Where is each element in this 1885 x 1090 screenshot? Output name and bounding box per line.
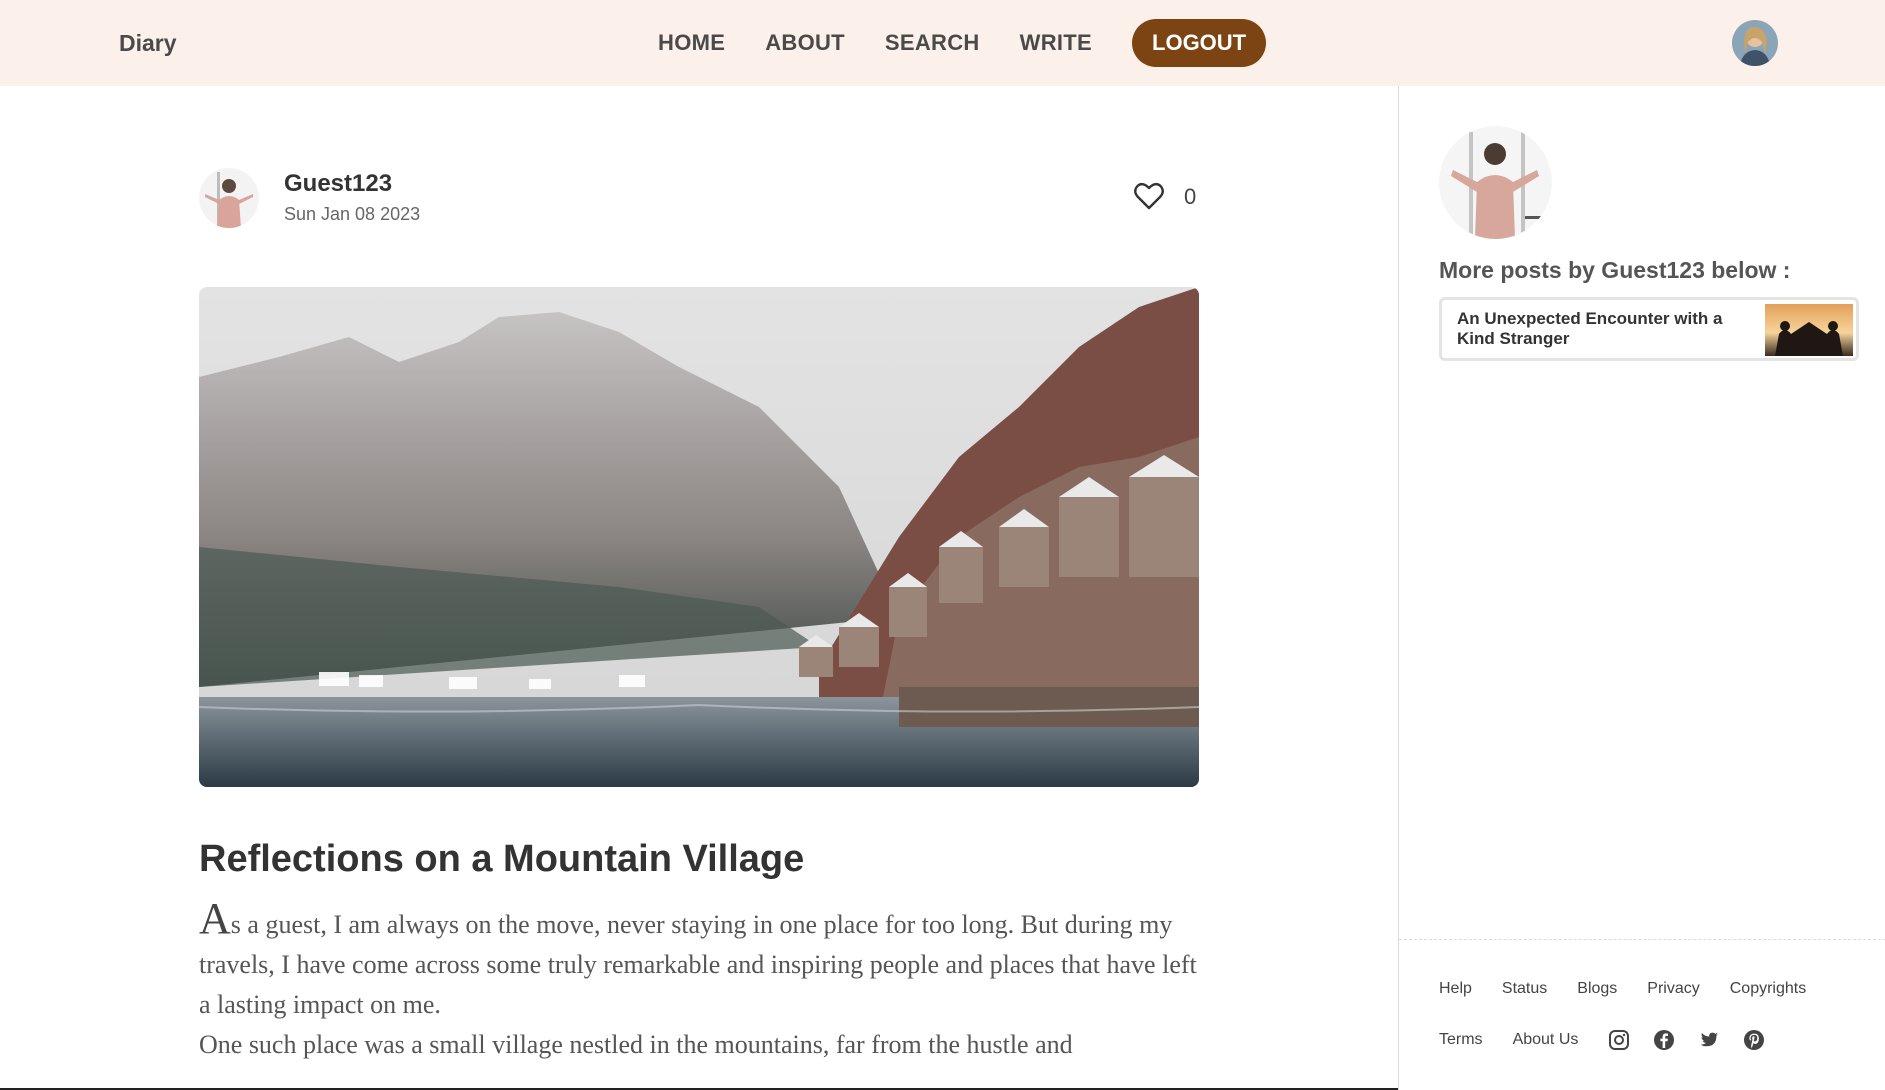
- more-posts-heading: More posts by Guest123 below :: [1439, 257, 1791, 283]
- post-body: As a guest, I am always on the move, nev…: [199, 897, 1199, 1065]
- twitter-icon[interactable]: [1698, 1029, 1720, 1051]
- footer-terms-link[interactable]: Terms: [1439, 1031, 1483, 1049]
- pinterest-icon[interactable]: [1743, 1029, 1765, 1051]
- sidebar-footer: Help Status Blogs Privacy Copyrights Ter…: [1399, 939, 1885, 1050]
- brand-logo[interactable]: Diary: [119, 30, 177, 57]
- author-avatar[interactable]: [199, 168, 259, 228]
- post-date: Sun Jan 08 2023: [284, 204, 421, 224]
- footer-help-link[interactable]: Help: [1439, 980, 1472, 998]
- heart-icon[interactable]: [1134, 182, 1164, 210]
- author-profile-avatar[interactable]: [1439, 126, 1552, 239]
- footer-copyrights-link[interactable]: Copyrights: [1730, 980, 1806, 998]
- instagram-icon[interactable]: [1608, 1029, 1630, 1051]
- paragraph-text: s a guest, I am always on the move, neve…: [199, 910, 1197, 1019]
- user-avatar[interactable]: [1732, 20, 1778, 66]
- logout-button[interactable]: LOGOUT: [1132, 19, 1267, 67]
- footer-privacy-link[interactable]: Privacy: [1647, 980, 1699, 998]
- sidebar: More posts by Guest123 below : An Unexpe…: [1398, 86, 1885, 1090]
- like-count: 0: [1184, 184, 1197, 209]
- main-nav: HOME ABOUT SEARCH WRITE LOGOUT: [658, 19, 1267, 67]
- nav-search-link[interactable]: SEARCH: [885, 30, 980, 56]
- nav-home-link[interactable]: HOME: [658, 30, 725, 56]
- related-post-title[interactable]: An Unexpected Encounter with a Kind Stra…: [1457, 309, 1757, 349]
- post-main: Guest123 Sun Jan 08 2023 0 Reflections o…: [0, 86, 1398, 1090]
- related-post-card[interactable]: An Unexpected Encounter with a Kind Stra…: [1439, 297, 1859, 361]
- related-post-thumbnail[interactable]: [1765, 304, 1853, 356]
- footer-status-link[interactable]: Status: [1502, 980, 1547, 998]
- footer-about-us-link[interactable]: About Us: [1513, 1031, 1579, 1049]
- post-paragraph: As a guest, I am always on the move, nev…: [199, 897, 1199, 1025]
- footer-blogs-link[interactable]: Blogs: [1577, 980, 1617, 998]
- top-navbar: Diary HOME ABOUT SEARCH WRITE LOGOUT: [0, 0, 1885, 86]
- author-name[interactable]: Guest123: [284, 170, 392, 198]
- footer-links-row: Help Status Blogs Privacy Copyrights: [1439, 980, 1836, 998]
- nav-write-link[interactable]: WRITE: [1020, 30, 1092, 56]
- post-cover-image: [199, 287, 1199, 787]
- nav-about-link[interactable]: ABOUT: [765, 30, 845, 56]
- facebook-icon[interactable]: [1653, 1029, 1675, 1051]
- post-title: Reflections on a Mountain Village: [199, 838, 805, 880]
- drop-cap: A: [199, 894, 231, 943]
- post-paragraph: One such place was a small village nestl…: [199, 1030, 1073, 1059]
- footer-links-row: Terms About Us: [1439, 1029, 1788, 1051]
